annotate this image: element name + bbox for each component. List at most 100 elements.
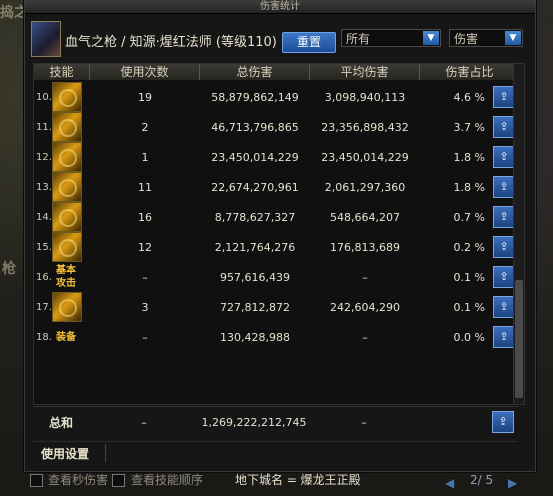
damage-share-value: 4.6 % (453, 90, 485, 104)
table-body: 10. 19 58,879,862,149 3,098,940,113 4.6 … (34, 82, 519, 352)
footer: 查看秒伤害 查看技能顺序 地下城名 = 爆龙王正殿 ◀ 2/ 5 ▶ (0, 470, 553, 496)
column-header-skill[interactable]: 技能 (34, 64, 90, 80)
previous-page-icon[interactable]: ◀ (445, 473, 454, 493)
spiral-skill-icon (52, 292, 82, 322)
share-icon[interactable]: ⇪ (493, 176, 515, 198)
skill-cell: 18. 装备 (34, 323, 90, 351)
character-name: 血气之枪 / 知源·煋红法师 (等级110) (65, 35, 277, 50)
skill-cell: 11. (34, 112, 90, 142)
background-text: 枪 (2, 261, 16, 277)
rank-number: 16. (36, 271, 52, 283)
uses-cell: 19 (138, 90, 152, 104)
share-icon[interactable]: ⇪ (493, 116, 515, 138)
table-row: 11. 2 46,713,796,865 23,356,898,432 3.7 … (34, 112, 519, 142)
share-icon[interactable]: ⇪ (493, 206, 515, 228)
damage-share-value: 1.8 % (453, 150, 485, 164)
next-page-icon[interactable]: ▶ (508, 473, 517, 493)
total-row: 总和 – 1,269,222,212,745 – ⇪ (33, 406, 518, 437)
rank-number: 18. (36, 331, 52, 343)
total-label: 总和 (48, 415, 73, 430)
damage-share-value: 0.0 % (453, 330, 485, 344)
metric-filter-dropdown[interactable]: 伤害 ▼ (449, 29, 523, 47)
rank-number: 17. (36, 301, 52, 313)
skill-cell: 17. (34, 292, 90, 322)
column-header-average-damage[interactable]: 平均伤害 (310, 64, 420, 80)
damage-share-value: 3.7 % (453, 120, 485, 134)
uses-cell: – (142, 270, 148, 284)
scrollbar-thumb[interactable] (515, 280, 523, 398)
rank-number: 14. (36, 211, 52, 223)
total-damage-cell: 23,450,014,229 (211, 150, 299, 164)
target-filter-dropdown[interactable]: 所有 ▼ (341, 29, 441, 47)
damage-share-cell: 0.1 % ⇪ (420, 266, 519, 288)
dps-checkbox[interactable] (30, 474, 43, 487)
skill-cell: 16. 基本攻击 (34, 263, 90, 291)
damage-share-cell: 0.2 % ⇪ (420, 236, 519, 258)
total-damage-cell: 957,616,439 (220, 270, 290, 284)
character-avatar (31, 21, 61, 57)
target-filter-value: 所有 (346, 32, 371, 46)
metric-filter-value: 伤害 (454, 32, 479, 46)
damage-stats-window: 伤害统计 血气之枪 / 知源·煋红法师 (等级110) 重置 所有 ▼ 伤害 ▼… (24, 0, 536, 472)
uses-cell: 16 (138, 210, 152, 224)
damage-share-cell: 0.0 % ⇪ (420, 326, 519, 348)
bottom-bar: 使用设置 (33, 441, 518, 464)
flame-skill-icon (52, 82, 82, 112)
skill-order-checkbox[interactable] (112, 474, 125, 487)
skill-cell: 14. (34, 202, 90, 232)
column-header-total-damage[interactable]: 总伤害 (200, 64, 310, 80)
average-damage-cell: 548,664,207 (330, 210, 400, 224)
reset-button[interactable]: 重置 (282, 32, 336, 53)
average-damage-cell: 3,098,940,113 (324, 90, 406, 104)
skill-text-icon: 装备 (56, 331, 76, 343)
total-damage-cell: 727,812,872 (220, 300, 290, 314)
rank-number: 12. (36, 151, 52, 163)
uses-cell: 3 (141, 300, 149, 314)
share-icon[interactable]: ⇪ (493, 236, 515, 258)
total-damage-cell: 8,778,627,327 (214, 210, 296, 224)
window-title: 伤害统计 (25, 1, 535, 14)
column-header-uses[interactable]: 使用次数 (90, 64, 200, 80)
damage-share-cell: 1.8 % ⇪ (420, 176, 519, 198)
average-damage-cell: 2,061,297,360 (324, 180, 406, 194)
total-share: ⇪ (419, 411, 518, 433)
skill-text-icon: 基本攻击 (56, 265, 76, 289)
total-damage-cell: 130,428,988 (220, 330, 290, 344)
column-header-damage-share[interactable]: 伤害占比 (420, 64, 519, 80)
uses-cell: 12 (138, 240, 152, 254)
rank-number: 11. (36, 121, 52, 133)
share-icon[interactable]: ⇪ (493, 146, 515, 168)
rank-number: 13. (36, 181, 52, 193)
total-damage: 1,269,222,212,745 (201, 415, 307, 429)
share-icon[interactable]: ⇪ (493, 266, 515, 288)
table-scrollbar[interactable] (513, 63, 525, 405)
damage-share-cell: 3.7 % ⇪ (420, 116, 519, 138)
average-damage-cell: – (362, 270, 368, 284)
dps-checkbox-label: 查看秒伤害 (48, 473, 109, 487)
share-icon[interactable]: ⇪ (493, 326, 515, 348)
share-icon[interactable]: ⇪ (493, 86, 515, 108)
total-damage-cell: 22,674,270,961 (211, 180, 299, 194)
use-settings-tab[interactable]: 使用设置 (41, 445, 89, 462)
total-damage-cell: 46,713,796,865 (211, 120, 299, 134)
table-row: 10. 19 58,879,862,149 3,098,940,113 4.6 … (34, 82, 519, 112)
uses-cell: – (142, 330, 148, 344)
damage-share-value: 0.1 % (453, 300, 485, 314)
average-damage-cell: 176,813,689 (330, 240, 400, 254)
total-damage-cell: 2,121,764,276 (214, 240, 296, 254)
damage-share-cell: 0.1 % ⇪ (420, 296, 519, 318)
share-icon[interactable]: ⇪ (493, 296, 515, 318)
damage-share-value: 0.2 % (453, 240, 485, 254)
divider (105, 444, 106, 462)
swirl-skill-icon (52, 202, 82, 232)
table-row: 14. 16 8,778,627,327 548,664,207 0.7 % ⇪ (34, 202, 519, 232)
damage-share-cell: 0.7 % ⇪ (420, 206, 519, 228)
share-icon[interactable]: ⇪ (492, 411, 514, 433)
page-indicator: 2/ 5 (470, 473, 494, 487)
skill-cell: 10. (34, 82, 90, 112)
skill-cell: 12. (34, 142, 90, 172)
skill-order-checkbox-label: 查看技能顺序 (131, 473, 204, 487)
total-damage-cell: 58,879,862,149 (211, 90, 299, 104)
table-row: 16. 基本攻击 – 957,616,439 – 0.1 % ⇪ (34, 262, 519, 292)
demon-skill-icon (52, 142, 82, 172)
